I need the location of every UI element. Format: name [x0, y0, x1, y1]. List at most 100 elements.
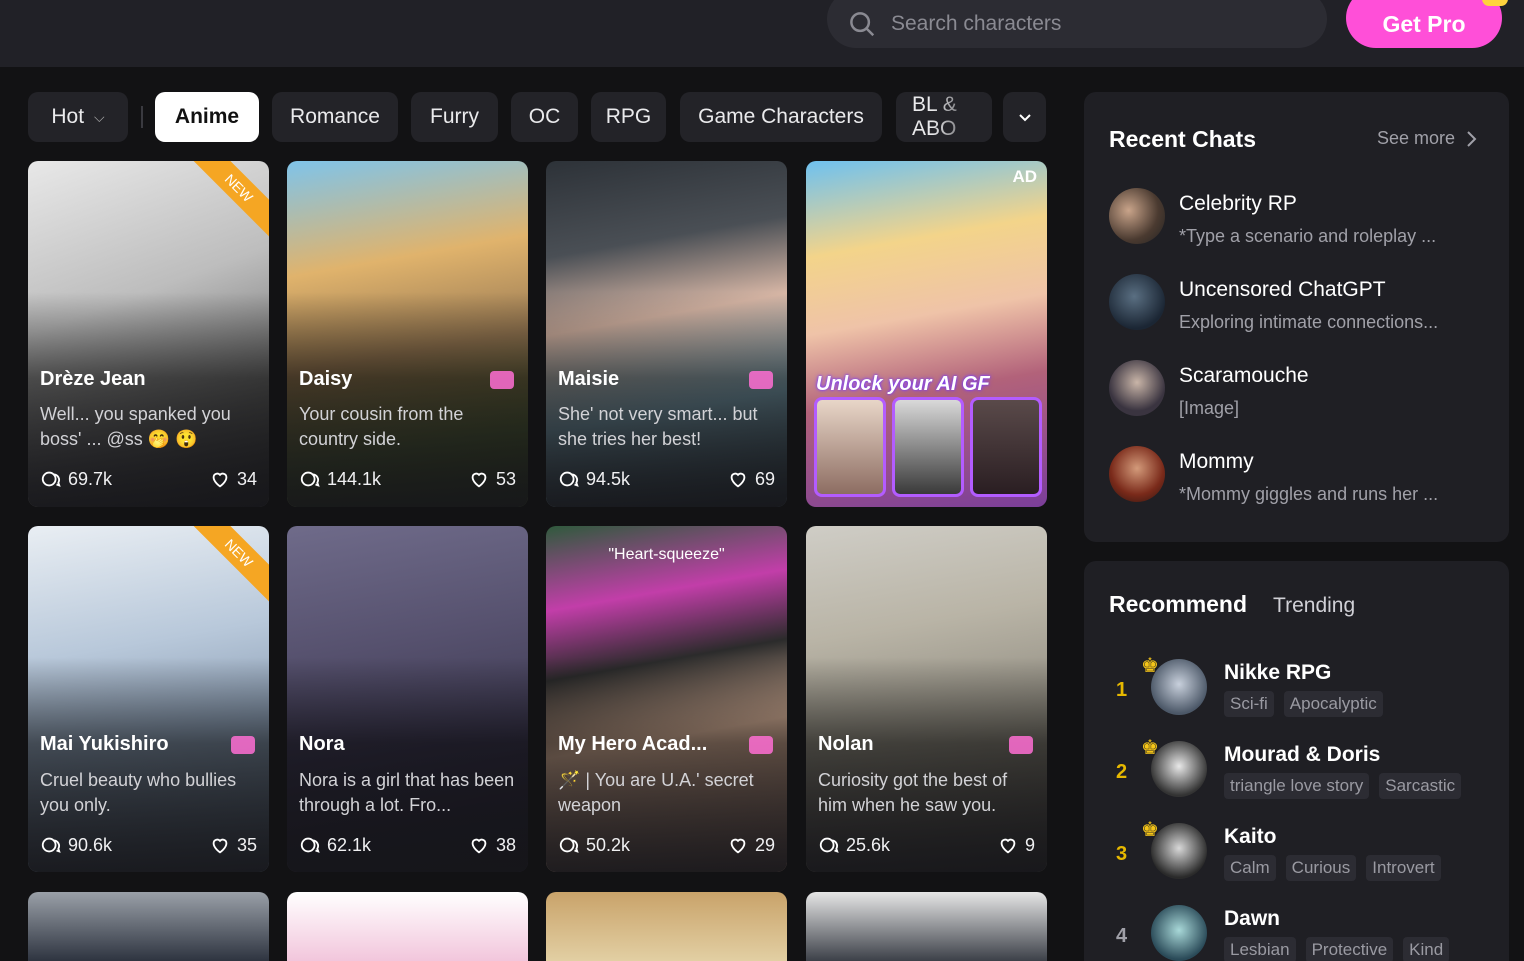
recommend-title: Kaito [1224, 825, 1277, 848]
recommend-item[interactable]: 3 ♚ Kaito Calm Curious Introvert [1109, 819, 1499, 893]
ad-card[interactable]: AD Unlock your AI GF [806, 161, 1047, 507]
like-count[interactable]: 34 [209, 468, 257, 490]
recent-chats-panel: Recent Chats See more Celebrity RP *Type… [1084, 92, 1509, 542]
character-card[interactable]: "Heart-squeeze" My Hero Acad... 🪄 | You … [546, 526, 787, 872]
chat-preview: [Image] [1179, 398, 1240, 418]
card-name: Nolan [818, 733, 874, 755]
chat-bubble-icon [300, 837, 320, 853]
recent-chats-title: Recent Chats [1109, 126, 1256, 152]
card-description: She' not very smart... but she tries her… [558, 404, 758, 449]
like-count[interactable]: 35 [209, 834, 257, 856]
image-icon [490, 371, 514, 389]
card-description: Your cousin from the country side. [299, 404, 464, 449]
chat-title: Mommy [1179, 450, 1254, 473]
ad-promo-text: Unlock your AI GF [816, 373, 990, 395]
search-icon [850, 12, 875, 37]
chat-bubble-icon [559, 837, 579, 853]
character-card[interactable]: Nolan Curiosity got the best of him when… [806, 526, 1047, 872]
heart-icon [212, 838, 228, 854]
recent-chat-item[interactable]: Mommy *Mommy giggles and runs her ... [1109, 446, 1489, 506]
tag: Apocalyptic [1283, 691, 1383, 717]
character-card[interactable]: Daisy Your cousin from the country side.… [287, 161, 528, 507]
chat-bubble-icon [819, 837, 839, 853]
tag: Introvert [1366, 855, 1441, 881]
tag-anime[interactable]: Anime [155, 92, 259, 142]
chat-bubble-icon [41, 837, 61, 853]
tag: Kind [1403, 937, 1450, 961]
card-name: Drèze Jean [40, 368, 146, 390]
recommend-title: Dawn [1224, 907, 1281, 930]
character-card[interactable]: NEW Mai Yukishiro Cruel beauty who bulli… [28, 526, 269, 872]
avatar [1151, 659, 1207, 715]
promo-dot [1482, 0, 1508, 6]
avatar [1151, 823, 1207, 879]
character-card[interactable] [546, 892, 787, 961]
tag: Sarcastic [1379, 773, 1462, 799]
tag-game-characters[interactable]: Game Characters [680, 92, 882, 142]
rank-number: 2 [1116, 761, 1128, 783]
chevron-down-icon: ⌵ [94, 108, 105, 125]
see-more-link[interactable]: See more [1377, 128, 1477, 149]
rank-number: 3 [1116, 843, 1128, 865]
tag: Curious [1285, 855, 1357, 881]
chat-count: 62.1k [299, 834, 371, 856]
character-card[interactable]: Nora Nora is a girl that has been throug… [287, 526, 528, 872]
like-count[interactable]: 53 [468, 468, 516, 490]
tag-furry[interactable]: Furry [411, 92, 498, 142]
like-count[interactable]: 9 [997, 834, 1035, 856]
ad-thumbnails [814, 397, 1042, 497]
more-tags-button[interactable] [1003, 92, 1046, 142]
recommend-title: Mourad & Doris [1224, 743, 1381, 766]
image-icon [749, 371, 773, 389]
character-card[interactable]: NEW Drèze Jean Well... you spanked you b… [28, 161, 269, 507]
heart-icon [1000, 838, 1016, 854]
recommend-item[interactable]: 2 ♚ Mourad & Doris triangle love story S… [1109, 737, 1499, 811]
character-card[interactable]: Maisie She' not very smart... but she tr… [546, 161, 787, 507]
tab-trending[interactable]: Trending [1273, 594, 1355, 618]
new-badge: NEW [187, 526, 269, 605]
chat-title: Uncensored ChatGPT [1179, 278, 1386, 301]
chat-count: 69.7k [40, 468, 112, 490]
character-card[interactable] [28, 892, 269, 961]
like-count[interactable]: 38 [468, 834, 516, 856]
chat-preview: *Mommy giggles and runs her ... [1179, 484, 1439, 504]
character-card[interactable] [287, 892, 528, 961]
tag-romance[interactable]: Romance [272, 92, 398, 142]
card-name: My Hero Acad... [558, 733, 708, 755]
tag-oc[interactable]: OC [511, 92, 578, 142]
ad-thumbnail [970, 397, 1042, 497]
chat-bubble-icon [300, 471, 320, 487]
card-description: 🪄 | You are U.A.' secret weapon [558, 770, 754, 815]
recent-chat-item[interactable]: Uncensored ChatGPT Exploring intimate co… [1109, 274, 1489, 334]
sort-label: Hot [51, 105, 85, 128]
chat-count: 25.6k [818, 834, 890, 856]
tag: Calm [1224, 855, 1276, 881]
sort-dropdown[interactable]: Hot ⌵ [28, 92, 128, 142]
tab-recommend[interactable]: Recommend [1109, 591, 1247, 618]
search-input[interactable]: Search characters [827, 0, 1327, 48]
like-count[interactable]: 29 [727, 834, 775, 856]
avatar [1109, 360, 1165, 416]
chat-count: 50.2k [558, 834, 630, 856]
tag-rpg[interactable]: RPG [591, 92, 666, 142]
rank-number: 4 [1116, 925, 1128, 947]
character-card[interactable] [806, 892, 1047, 961]
recommend-item[interactable]: 1 ♚ Nikke RPG Sci-fi Apocalyptic [1109, 655, 1499, 729]
heart-icon [471, 838, 487, 854]
card-name: Maisie [558, 368, 620, 390]
chat-count: 94.5k [558, 468, 630, 490]
like-count[interactable]: 69 [727, 468, 775, 490]
recommend-item[interactable]: 4 Dawn Lesbian Protective Kind [1109, 905, 1499, 961]
ad-label: AD [1012, 167, 1037, 186]
tag: Sci-fi [1224, 691, 1274, 717]
chat-preview: Exploring intimate connections... [1179, 312, 1439, 332]
recent-chat-item[interactable]: Scaramouche [Image] [1109, 360, 1489, 420]
heart-icon [730, 472, 746, 488]
image-icon [231, 736, 255, 754]
chevron-down-icon [1018, 114, 1031, 122]
tag-bl-abo[interactable]: BL & ABO [896, 92, 992, 142]
get-pro-button[interactable]: Get Pro [1346, 0, 1508, 48]
search-placeholder: Search characters [891, 12, 1062, 35]
recent-chat-item[interactable]: Celebrity RP *Type a scenario and rolepl… [1109, 188, 1489, 248]
chat-title: Celebrity RP [1179, 192, 1297, 215]
